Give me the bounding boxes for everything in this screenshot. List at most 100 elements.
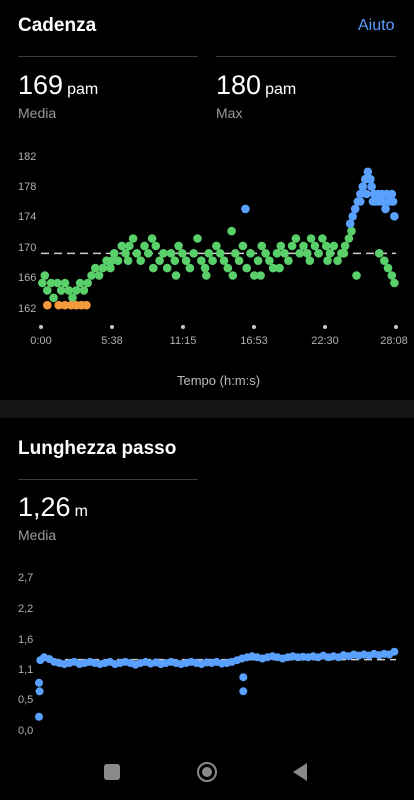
stat-divider-right bbox=[216, 56, 396, 57]
cadence-max-unit: pam bbox=[265, 81, 297, 98]
cadence-normal-point bbox=[246, 249, 255, 258]
stride-line-point bbox=[35, 687, 44, 696]
cadence-normal-point bbox=[318, 234, 327, 243]
cadence-normal-point bbox=[136, 256, 145, 265]
stride-title: Lunghezza passo bbox=[18, 438, 177, 459]
cadence-normal-point bbox=[314, 249, 323, 258]
cadence-x-tick: 22:30 bbox=[311, 335, 339, 347]
stride-avg-label: Media bbox=[18, 527, 57, 543]
cadence-normal-point bbox=[147, 234, 157, 243]
cadence-normal-point bbox=[53, 278, 62, 288]
cadence-normal-point bbox=[323, 256, 332, 265]
cadence-normal-point bbox=[56, 286, 66, 295]
cadence-normal-point bbox=[219, 256, 229, 265]
cadence-high-point bbox=[363, 167, 373, 177]
home-circle-icon[interactable] bbox=[197, 762, 217, 782]
cadence-normal-point bbox=[174, 241, 183, 251]
cadence-max-label: Max bbox=[216, 105, 243, 121]
cadence-normal-point bbox=[208, 256, 217, 265]
cadence-normal-point bbox=[234, 256, 244, 265]
cadence-x-tick: 11:15 bbox=[169, 335, 197, 347]
cadence-normal-point bbox=[306, 234, 316, 243]
cadence-normal-point bbox=[242, 263, 251, 273]
cadence-normal-point bbox=[106, 263, 115, 273]
cadence-normal-point bbox=[291, 234, 301, 243]
stride-line-point bbox=[35, 678, 43, 687]
cadence-high-point bbox=[368, 197, 378, 206]
back-triangle-icon[interactable] bbox=[293, 763, 307, 781]
cadence-normal-point bbox=[68, 293, 77, 303]
cadence-normal-point bbox=[284, 256, 293, 265]
cadence-normal-point bbox=[94, 271, 104, 280]
cadence-normal-point bbox=[275, 263, 284, 273]
cadence-normal-point bbox=[193, 234, 202, 243]
cadence-avg-stat: 169 pam bbox=[18, 70, 98, 101]
cadence-normal-point bbox=[121, 249, 130, 258]
cadence-normal-point bbox=[325, 249, 335, 258]
cadence-normal-point bbox=[60, 278, 70, 288]
cadence-normal-point bbox=[231, 249, 240, 258]
cadence-normal-point bbox=[178, 249, 187, 258]
cadence-normal-point bbox=[339, 249, 349, 258]
cadence-high-point bbox=[388, 197, 398, 206]
cadence-normal-point bbox=[197, 256, 206, 265]
cadence-normal-point bbox=[117, 241, 127, 251]
cadence-normal-point bbox=[261, 249, 270, 258]
cadence-normal-point bbox=[280, 249, 289, 258]
cadence-normal-point bbox=[155, 256, 164, 265]
cadence-normal-point bbox=[305, 256, 315, 265]
cadence-normal-point bbox=[171, 271, 181, 280]
cadence-normal-point bbox=[151, 241, 161, 251]
x-tick-dot bbox=[110, 325, 114, 329]
cadence-normal-point bbox=[299, 241, 308, 251]
cadence-normal-point bbox=[344, 234, 354, 243]
cadence-high-point bbox=[366, 174, 375, 184]
cadence-high-point bbox=[367, 182, 376, 191]
stride-line-point bbox=[35, 712, 43, 721]
cadence-normal-point bbox=[238, 241, 248, 251]
cadence-normal-point bbox=[310, 241, 320, 251]
x-tick-dot bbox=[181, 325, 185, 329]
square-icon[interactable] bbox=[104, 764, 120, 780]
cadence-normal-point bbox=[144, 249, 153, 258]
cadence-high-point bbox=[358, 182, 368, 191]
cadence-normal-point bbox=[387, 271, 397, 280]
cadence-normal-point bbox=[49, 293, 58, 303]
cadence-normal-point bbox=[123, 256, 133, 265]
cadence-high-point bbox=[381, 204, 390, 214]
x-tick-dot bbox=[394, 325, 398, 329]
cadence-normal-point bbox=[352, 271, 361, 280]
cadence-normal-point bbox=[257, 241, 267, 251]
cadence-title: Cadenza bbox=[18, 15, 97, 36]
cadence-normal-point bbox=[227, 226, 236, 236]
cadence-normal-point bbox=[98, 263, 108, 273]
cadence-max-stat: 180 pam bbox=[216, 70, 296, 101]
cadence-normal-point bbox=[223, 263, 233, 273]
cadence-normal-point bbox=[380, 256, 389, 265]
x-tick-dot bbox=[39, 325, 43, 329]
cadence-x-tick: 28:08 bbox=[380, 335, 408, 347]
cadence-chart bbox=[38, 167, 399, 310]
stride-line-point bbox=[239, 687, 248, 696]
cadence-x-tick: 0:00 bbox=[30, 335, 52, 347]
cadence-normal-point bbox=[295, 249, 305, 258]
cadence-normal-point bbox=[72, 286, 81, 295]
cadence-normal-point bbox=[38, 278, 47, 288]
help-link[interactable]: Aiuto bbox=[358, 17, 394, 35]
cadence-avg-value: 169 bbox=[18, 70, 64, 100]
cadence-x-tick: 16:53 bbox=[240, 335, 268, 347]
cadence-high-point bbox=[390, 212, 399, 221]
cadence-normal-point bbox=[256, 271, 265, 280]
cadence-normal-point bbox=[43, 286, 52, 295]
cadence-normal-point bbox=[329, 241, 339, 251]
cadence-normal-point bbox=[253, 256, 263, 265]
cadence-x-axis-title: Tempo (h:m:s) bbox=[177, 373, 261, 388]
cadence-normal-point bbox=[40, 271, 50, 280]
cadence-high-point bbox=[356, 197, 365, 206]
cadence-normal-point bbox=[287, 241, 297, 251]
cadence-normal-point bbox=[340, 241, 350, 251]
stride-chart bbox=[35, 647, 399, 721]
cadence-normal-point bbox=[347, 226, 356, 236]
stride-line-point bbox=[239, 673, 248, 682]
stride-avg-value: 1,26 bbox=[18, 492, 71, 522]
